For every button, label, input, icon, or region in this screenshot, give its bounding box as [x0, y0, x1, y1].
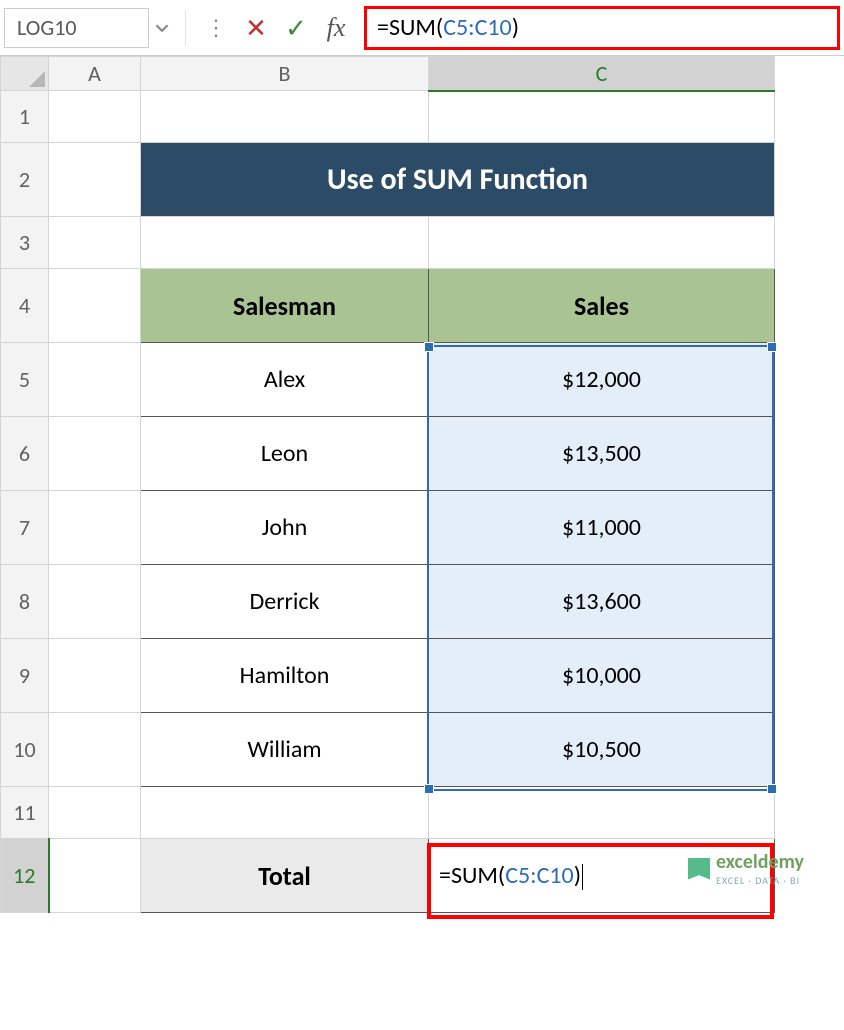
cell-c8[interactable]: $13,600: [429, 565, 775, 639]
row-head-5[interactable]: 5: [1, 343, 49, 417]
watermark: exceldemy EXCEL · DATA · BI: [688, 850, 804, 887]
cell-b7[interactable]: John: [141, 491, 429, 565]
cell-b6[interactable]: Leon: [141, 417, 429, 491]
cancel-icon[interactable]: ✕: [236, 8, 276, 48]
cell-formula-ref: C5:C10: [505, 861, 574, 890]
watermark-tag: EXCEL · DATA · BI: [716, 874, 804, 887]
formula-prefix: =SUM(: [377, 13, 443, 42]
cell-c7[interactable]: $11,000: [429, 491, 775, 565]
cell-c6[interactable]: $13,500: [429, 417, 775, 491]
row-head-9[interactable]: 9: [1, 639, 49, 713]
row-head-12[interactable]: 12: [1, 839, 49, 913]
spreadsheet-grid[interactable]: A B C 1 2 Use of SUM Function 3 4 Salesman…: [0, 56, 844, 913]
row-head-1[interactable]: 1: [1, 91, 49, 143]
name-box[interactable]: LOG10: [4, 8, 149, 48]
watermark-brand: exceldemy: [716, 850, 804, 874]
row-head-2[interactable]: 2: [1, 143, 49, 217]
cell-b10[interactable]: William: [141, 713, 429, 787]
cell-formula-prefix: =SUM(: [439, 861, 505, 890]
col-head-c[interactable]: C: [429, 57, 775, 91]
row-head-4[interactable]: 4: [1, 269, 49, 343]
name-box-dropdown-icon[interactable]: [149, 21, 175, 35]
header-salesman[interactable]: Salesman: [141, 269, 429, 343]
select-all-corner[interactable]: [1, 57, 49, 91]
formula-ref: C5:C10: [443, 13, 512, 42]
row-head-7[interactable]: 7: [1, 491, 49, 565]
logo-icon: [688, 858, 710, 880]
cell-b8[interactable]: Derrick: [141, 565, 429, 639]
options-icon[interactable]: ⋮: [196, 8, 236, 48]
formula-bar: LOG10 ⋮ ✕ ✓ fx =SUM(C5:C10): [0, 0, 844, 56]
row-head-11[interactable]: 11: [1, 787, 49, 839]
title-cell[interactable]: Use of SUM Function: [141, 143, 775, 217]
row-head-3[interactable]: 3: [1, 217, 49, 269]
cell-b12-total-label[interactable]: Total: [141, 839, 429, 913]
cell-c5[interactable]: $12,000: [429, 343, 775, 417]
enter-icon[interactable]: ✓: [276, 8, 316, 48]
formula-input[interactable]: =SUM(C5:C10): [364, 6, 840, 50]
col-head-a[interactable]: A: [49, 57, 141, 91]
formula-suffix: ): [512, 13, 519, 42]
separator: [185, 10, 186, 46]
cell-c10[interactable]: $10,500: [429, 713, 775, 787]
row-head-6[interactable]: 6: [1, 417, 49, 491]
col-head-b[interactable]: B: [141, 57, 429, 91]
row-head-10[interactable]: 10: [1, 713, 49, 787]
cell-b9[interactable]: Hamilton: [141, 639, 429, 713]
text-cursor: [582, 864, 583, 890]
header-sales[interactable]: Sales: [429, 269, 775, 343]
row-head-8[interactable]: 8: [1, 565, 49, 639]
fx-icon[interactable]: fx: [316, 8, 356, 48]
cell-c9[interactable]: $10,000: [429, 639, 775, 713]
cell-formula-suffix: ): [574, 861, 581, 890]
cell-b5[interactable]: Alex: [141, 343, 429, 417]
